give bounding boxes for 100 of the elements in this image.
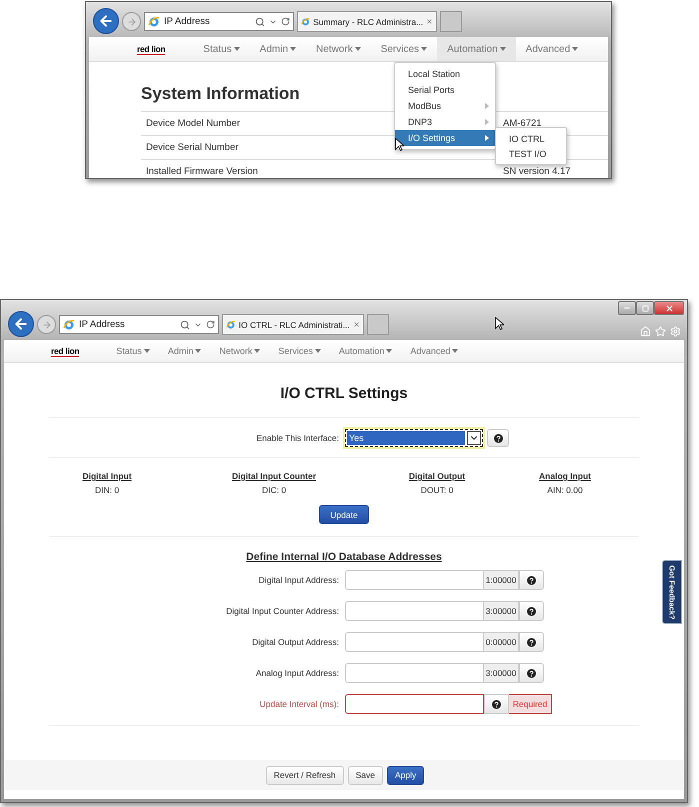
chevron-icon	[485, 103, 489, 109]
address-field[interactable]: IP Address	[59, 315, 219, 334]
address-text: IP Address	[164, 16, 211, 27]
required-message: Required	[509, 694, 552, 714]
caret-icon	[572, 47, 578, 51]
menu-item[interactable]: TEST I/O	[496, 146, 566, 161]
info-label: Device Model Number	[146, 118, 240, 129]
caret-icon	[421, 47, 428, 51]
footer-button[interactable]: Revert / Refresh	[266, 766, 344, 784]
page-title: I/O CTRL Settings	[280, 385, 408, 402]
address-input[interactable]	[345, 694, 484, 714]
menu-item[interactable]: IO CTRL	[496, 131, 566, 146]
back-button[interactable]	[93, 8, 119, 34]
help-icon	[527, 638, 536, 646]
status-heading: Digital Output	[408, 471, 466, 481]
section-heading: Define Internal I/O Database Addresses	[246, 551, 442, 563]
caret-icon	[500, 47, 506, 51]
nav-menu-item[interactable]: Status	[193, 37, 250, 61]
menu-item[interactable]: Serial Ports	[395, 82, 495, 98]
help-button[interactable]	[519, 570, 544, 590]
field-label: Digital Output Address:	[252, 637, 339, 647]
nav-menu-item[interactable]: Automation	[330, 340, 402, 362]
tab-title: IO CTRL - RLC Administrati...	[238, 320, 350, 330]
refresh-icon[interactable]	[281, 17, 290, 26]
logo: red lion	[51, 346, 80, 356]
search-icon[interactable]	[180, 320, 190, 330]
address-addon: 1:00000	[484, 570, 519, 590]
chevron-icon	[485, 119, 489, 125]
update-button[interactable]: Update	[319, 505, 369, 524]
nav-menu-item[interactable]: Automation	[437, 37, 516, 61]
status-heading: Digital Input Counter	[232, 471, 316, 481]
help-icon	[494, 434, 502, 442]
nav-menu-item[interactable]: Network	[210, 340, 270, 362]
nav-menu-item[interactable]: Admin	[158, 340, 210, 362]
refresh-icon[interactable]	[206, 320, 215, 329]
browser-tab[interactable]: IO CTRL - RLC Administrati...	[222, 314, 364, 335]
back-button[interactable]	[8, 311, 34, 337]
minimize-button[interactable]	[618, 301, 636, 315]
nav-menu-item[interactable]: Services	[269, 340, 330, 362]
help-button[interactable]	[484, 694, 509, 714]
browser-tab[interactable]: Summary - RLC Administra...	[297, 11, 437, 32]
menu-item[interactable]: I/O Settings	[395, 130, 495, 146]
menu-item[interactable]: DNP3	[395, 114, 495, 130]
nav-menu-item[interactable]: Admin	[250, 37, 306, 61]
caret-icon	[452, 349, 458, 353]
info-label: Installed Firmware Version	[146, 166, 258, 177]
info-label: Device Serial Number	[146, 142, 238, 153]
caret-icon	[254, 349, 260, 353]
caret-icon	[354, 47, 361, 51]
help-button[interactable]	[519, 663, 544, 683]
field-label: Enable This Interface:	[256, 433, 339, 443]
close-icon	[664, 304, 674, 312]
address-addon: 3:00000	[484, 663, 519, 683]
status-heading: Digital Input	[82, 471, 132, 481]
status-heading: Analog Input	[539, 471, 591, 481]
address-addon: 0:00000	[484, 632, 519, 652]
nav-menu-item[interactable]: Advanced	[516, 37, 588, 61]
close-icon[interactable]	[352, 320, 360, 329]
enable-select[interactable]: Yes	[345, 429, 483, 447]
help-button[interactable]	[519, 632, 544, 652]
caret-icon	[195, 349, 202, 353]
caret-icon	[234, 47, 240, 51]
status-value: DIN: 0	[94, 485, 120, 495]
maximize-button[interactable]	[636, 301, 654, 315]
address-field[interactable]: IP Address	[144, 12, 294, 31]
status-value: AIN: 0.00	[547, 485, 583, 495]
info-value: AM-6721	[503, 118, 542, 129]
menu-item[interactable]: Local Station	[395, 66, 495, 82]
forward-arrow-icon	[126, 16, 136, 26]
info-value: SN version 4.17	[503, 166, 571, 177]
cursor-icon	[495, 317, 504, 330]
nav-menu-item[interactable]: Services	[370, 37, 438, 61]
back-arrow-icon	[98, 13, 114, 29]
footer-button[interactable]: Apply	[387, 766, 424, 784]
field-label: Digital Input Counter Address:	[226, 606, 339, 616]
caret-icon	[290, 47, 296, 51]
browser-icon	[301, 16, 310, 28]
nav-menu-item[interactable]: Advanced	[401, 340, 468, 362]
help-icon	[527, 576, 536, 584]
help-button[interactable]	[519, 601, 544, 621]
field-label: Analog Input Address:	[256, 668, 339, 678]
nav-menu-item[interactable]: Status	[107, 340, 159, 362]
logo: red lion	[137, 44, 166, 54]
search-icon[interactable]	[255, 16, 265, 26]
help-icon	[527, 668, 536, 678]
close-icon[interactable]	[426, 17, 433, 26]
nav-menu-item[interactable]: Network	[306, 37, 371, 61]
menu-item[interactable]: ModBus	[395, 98, 495, 114]
chevron-icon	[485, 135, 489, 141]
caret-icon	[314, 349, 321, 353]
maximize-icon	[642, 304, 648, 312]
help-button[interactable]	[487, 429, 509, 447]
footer-button[interactable]: Save	[348, 766, 383, 784]
browser-icon	[63, 318, 75, 330]
address-addon: 3:00000	[484, 601, 519, 621]
help-icon	[492, 700, 501, 708]
forward-arrow-icon	[42, 320, 52, 330]
browser-icon	[226, 318, 236, 330]
close-window-button[interactable]	[654, 301, 684, 315]
star-icon[interactable]	[655, 326, 666, 337]
